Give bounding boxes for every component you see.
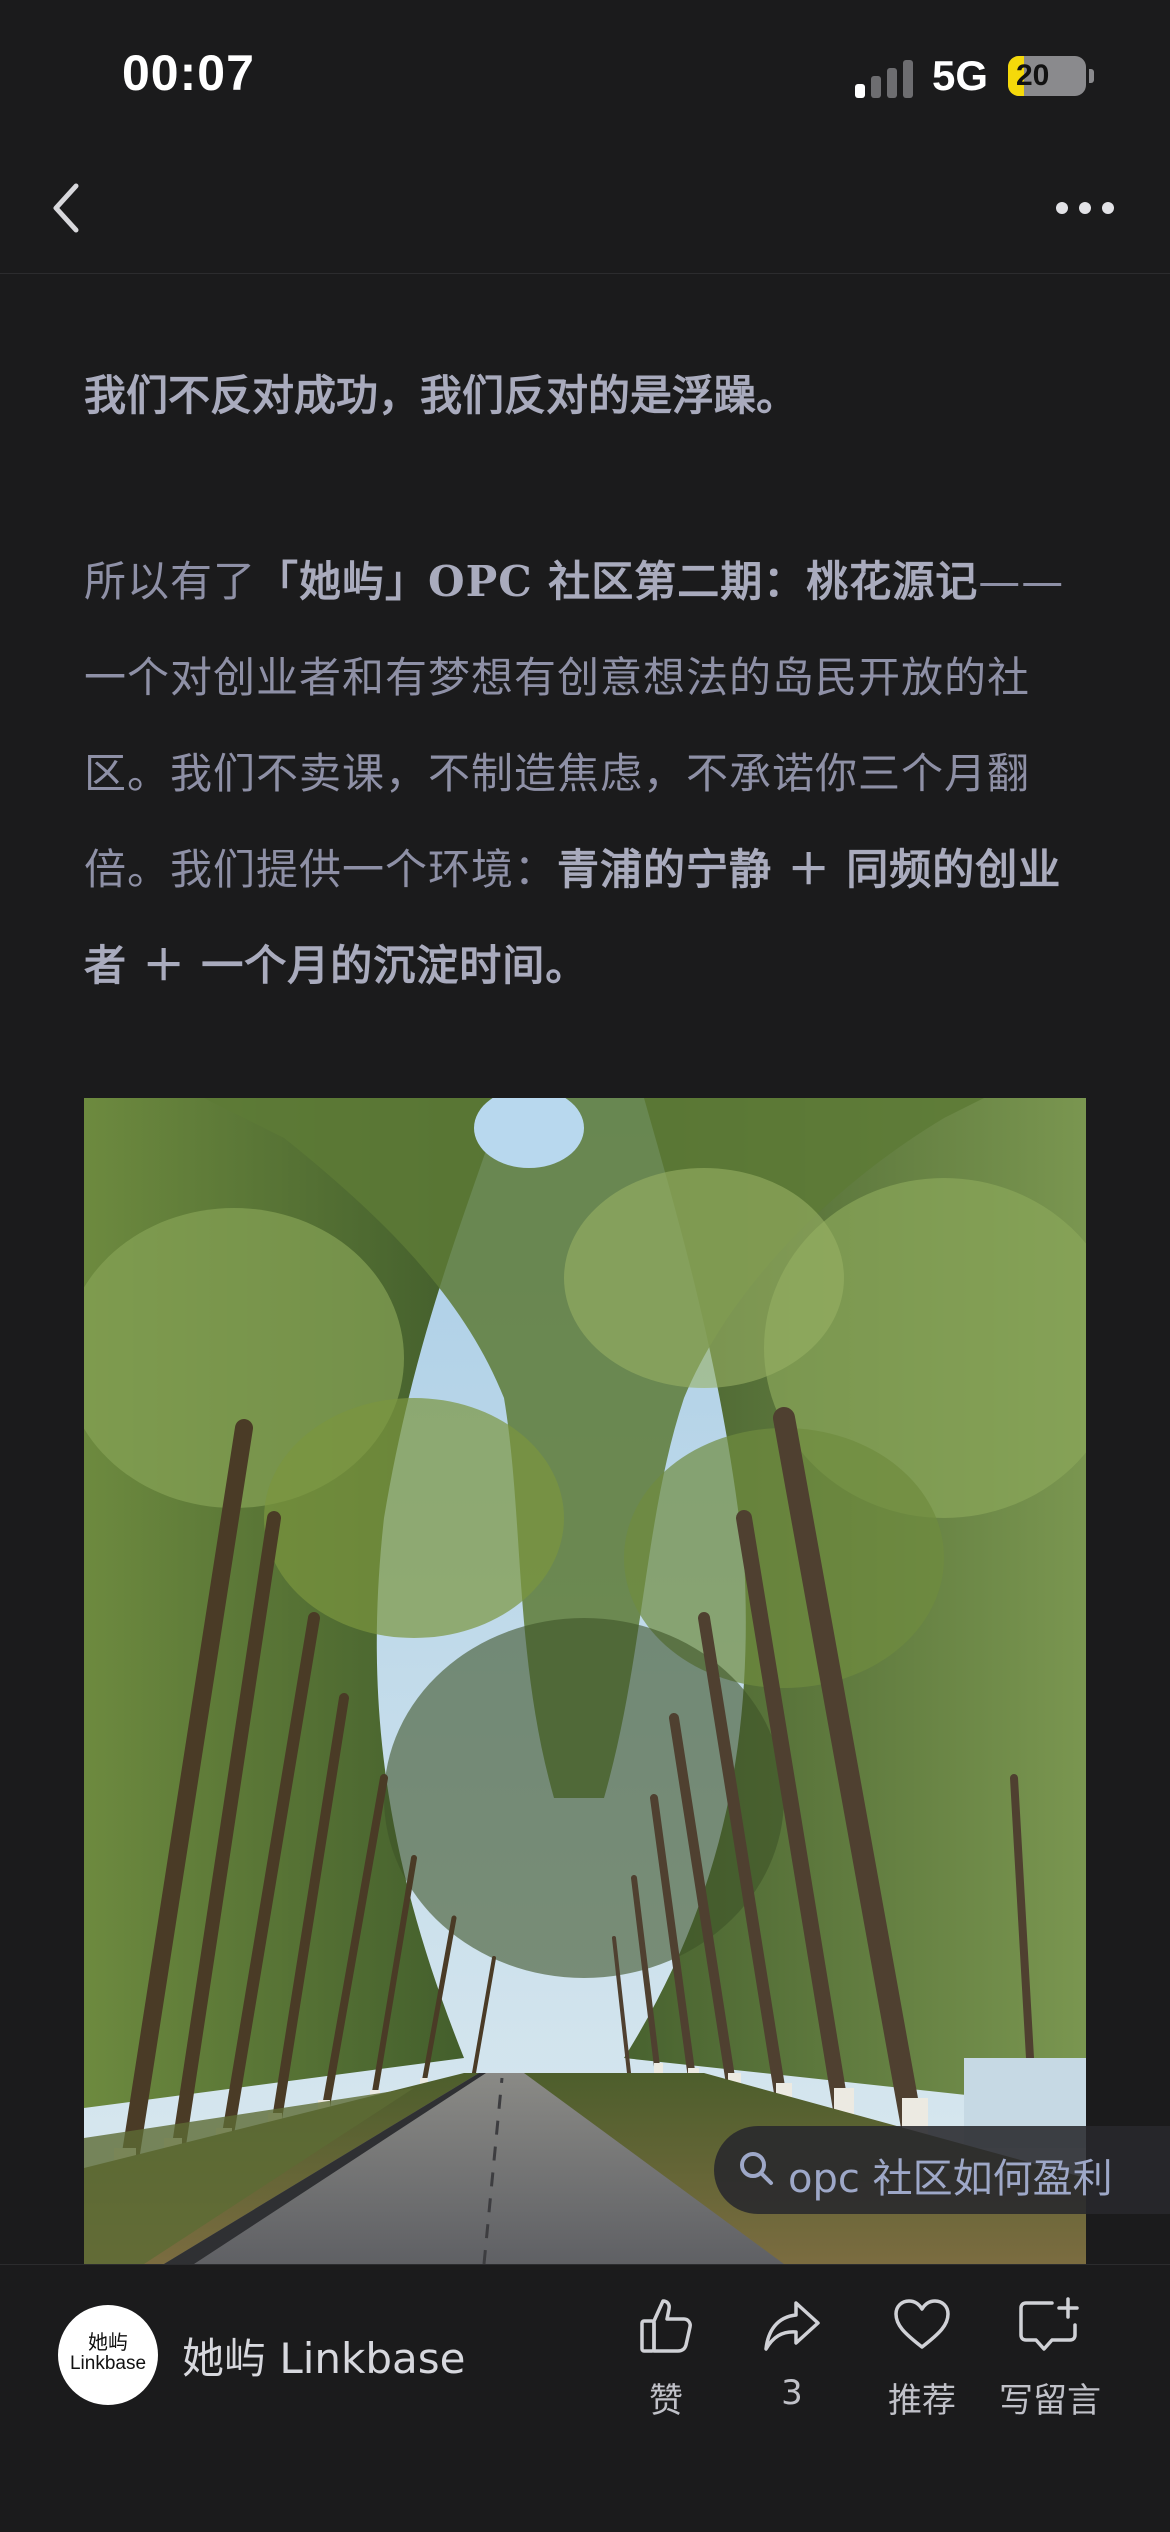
share-count: 3 [781,2373,803,2413]
battery-tip [1089,69,1094,83]
article-paragraph-1: 我们不反对成功，我们反对的是浮躁。 [84,371,799,420]
bottom-action-bar: 她屿 Linkbase 她屿 Linkbase 赞 3 推荐 写留言 [0,2264,1170,2532]
article-paragraph-2: 所以有了「她屿」OPC 社区第二期：桃花源记——一个对创业者和有梦想有创意想法的… [84,534,1086,1014]
article-photo-tree-lined-road[interactable] [84,1098,1086,2264]
battery-icon: 20 [1008,56,1086,96]
avatar-text-line2: Linkbase [69,2353,147,2374]
thumbs-up-icon [640,2299,692,2353]
p2-text-e: ——一个对创业者和有梦想有创意想法的岛民开放的社区。我们不卖课，不制造焦虑，不承… [84,557,1065,894]
network-type: 5G [932,52,989,99]
heart-icon [894,2299,950,2349]
like-button[interactable]: 赞 [606,2295,726,2425]
p2-text-a: 所以有了 [84,557,257,606]
status-bar: 00:07 5G 20 [0,0,1170,150]
battery-level: 20 [1016,59,1050,92]
p2-opc: OPC [428,557,533,606]
share-icon [764,2301,820,2351]
recommend-label: 推荐 [888,2381,956,2421]
write-comment-label: 写留言 [999,2381,1101,2421]
search-suggestion-text: opc 社区如何盈利 [788,2156,1113,2202]
p2-community-issue: 社区第二期：桃花源记 [532,557,979,606]
account-name[interactable]: 她屿 Linkbase [182,2325,465,2386]
chevron-left-icon[interactable] [44,178,104,238]
nav-bar [0,150,1170,274]
search-icon [736,2148,778,2190]
write-comment-button[interactable]: 写留言 [990,2295,1110,2425]
search-suggestion-chip[interactable]: opc 社区如何盈利 [714,2126,1170,2214]
recommend-button[interactable]: 推荐 [862,2295,982,2425]
avatar-text-line1: 她屿 [88,2330,128,2354]
comment-icon [1019,2297,1079,2351]
p2-brand: 「她屿」 [256,557,429,606]
like-label: 赞 [649,2381,683,2421]
account-avatar[interactable]: 她屿 Linkbase [58,2305,158,2405]
more-dots-icon[interactable] [1050,186,1120,230]
share-button[interactable]: 3 [732,2295,852,2425]
cellular-signal-icon [855,58,915,98]
status-time: 00:07 [122,45,255,101]
